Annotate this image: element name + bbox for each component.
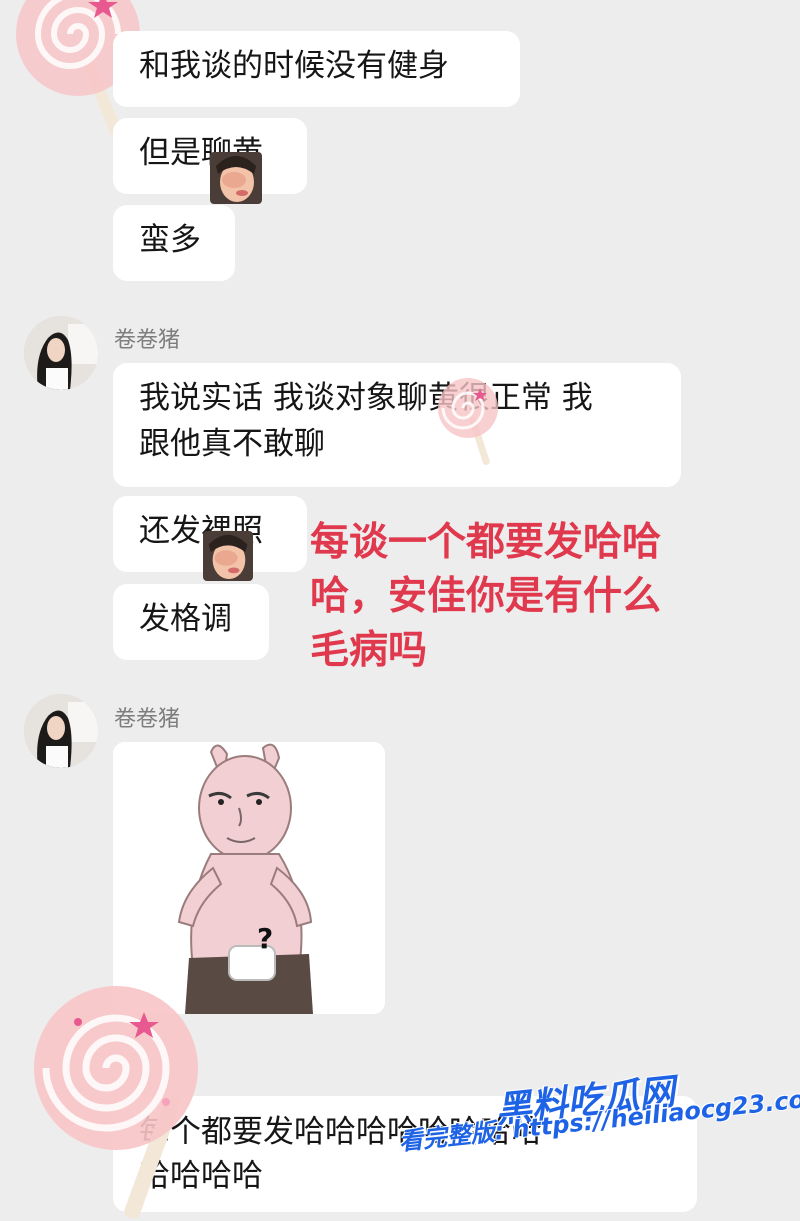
annotation-line: 每谈一个都要发哈哈 <box>310 520 662 565</box>
sticker-message[interactable]: ? <box>113 742 385 1014</box>
lollipop-sticker-icon <box>34 986 198 1219</box>
lollipop-sticker-icon <box>438 378 498 465</box>
message-text: 哈哈哈哈 <box>139 1158 263 1194</box>
avatar[interactable] <box>24 316 98 390</box>
annotation-line: 毛病吗 <box>310 628 428 673</box>
avatar-photo-icon <box>24 316 98 390</box>
sticker-question-mark: ? <box>257 922 273 955</box>
message-text: 发格调 <box>139 601 232 637</box>
overlay-annotation: 每谈一个都要发哈哈 哈，安佳你是有什么 毛病吗 <box>310 516 720 678</box>
message-bubble[interactable]: 我说实话 我谈对象聊黄很正常 我 跟他真不敢聊 <box>113 363 681 487</box>
message-text: 我说实话 我谈对象聊黄很正常 我 <box>139 380 593 416</box>
face-cover-emoji-icon <box>203 531 253 581</box>
avatar-photo-icon <box>24 694 98 768</box>
sender-name: 卷卷猪 <box>114 328 181 353</box>
pink-bunny-sticker-icon: ? <box>113 742 385 1014</box>
face-cover-emoji-icon <box>210 152 262 204</box>
message-text: 蛮多 <box>139 222 201 258</box>
message-bubble[interactable]: 发格调 <box>113 584 269 660</box>
message-text: 和我谈的时候没有健身 <box>139 48 449 84</box>
sender-name: 卷卷猪 <box>114 707 181 732</box>
message-bubble[interactable]: 和我谈的时候没有健身 <box>113 31 520 107</box>
annotation-line: 哈，安佳你是有什么 <box>310 574 662 619</box>
message-text: 跟他真不敢聊 <box>139 426 325 462</box>
message-bubble[interactable]: 蛮多 <box>113 205 235 281</box>
avatar[interactable] <box>24 694 98 768</box>
